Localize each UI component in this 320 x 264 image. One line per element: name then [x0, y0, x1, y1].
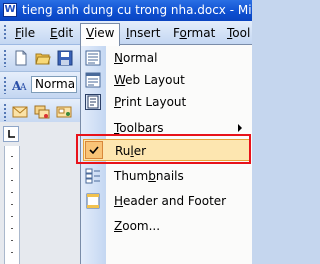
highlight-annotation-box — [76, 134, 251, 164]
menu-item-thumbnails-text: nails — [155, 169, 184, 183]
menu-item-print-layout-text: rint Layout — [121, 95, 187, 109]
title-bar: W tieng anh dung cu trong nha.docx - Mic… — [0, 0, 252, 21]
menu-item-normal-label: Normal — [114, 47, 157, 69]
ruler-tick — [11, 228, 13, 229]
menu-tools-label: ool — [232, 26, 251, 40]
menu-item-normal-accel: N — [114, 51, 123, 65]
menu-view-label: iew — [93, 26, 115, 40]
ruler-tick — [11, 180, 13, 181]
menu-insert-label: nsert — [129, 26, 161, 40]
menu-view-accel: V — [86, 26, 94, 40]
menu-item-normal[interactable]: Normal — [81, 47, 252, 69]
menu-item-zoom[interactable]: Zoom... — [81, 215, 252, 237]
menu-format-accel: o — [179, 26, 187, 40]
tab-selector[interactable] — [3, 126, 19, 142]
menu-item-thumbnails-label: Thumbnails — [114, 165, 184, 187]
thumbnails-icon — [85, 168, 100, 184]
vertical-ruler[interactable] — [4, 146, 20, 264]
menu-edit[interactable]: Edit — [45, 24, 78, 42]
menu-item-print-layout-accel: P — [114, 95, 122, 109]
menubar-grip-icon[interactable] — [3, 24, 7, 41]
menu-item-web-layout-text: eb Layout — [125, 73, 185, 87]
ruler-tick — [11, 156, 13, 157]
menu-item-header-footer-text: eader and Footer — [123, 194, 227, 208]
menu-item-header-footer[interactable]: Header and Footer — [81, 190, 252, 212]
save-icon[interactable] — [57, 50, 73, 66]
menu-tools[interactable]: Tool — [222, 24, 255, 42]
menu-item-header-footer-accel: H — [114, 194, 124, 208]
ruler-tick — [11, 168, 13, 169]
menu-item-print-layout[interactable]: Print Layout — [81, 91, 252, 113]
envelope-labels-icon[interactable] — [56, 104, 72, 120]
menu-bar: File Edit View Insert Format Tool — [0, 21, 255, 46]
menu-format-label: rmat — [186, 26, 216, 40]
menu-edit-accel: E — [50, 26, 58, 40]
submenu-arrow-icon — [238, 124, 242, 132]
mail-merge-icon[interactable] — [34, 104, 50, 120]
menu-item-zoom-accel: Z — [114, 219, 123, 233]
menu-item-thumbnails-pre: Thum — [114, 169, 149, 183]
style-select[interactable]: Normal — [31, 76, 77, 93]
word-app-icon[interactable]: W — [3, 3, 17, 17]
menu-item-print-layout-label: Print Layout — [114, 91, 186, 113]
menu-item-web-layout[interactable]: Web Layout — [81, 69, 252, 91]
menu-item-web-layout-accel: W — [114, 73, 126, 87]
left-tab-icon — [8, 130, 15, 138]
envelope-icon[interactable] — [12, 104, 28, 120]
formatting-toolbar: A A Normal — [0, 72, 80, 99]
window-title: tieng anh dung cu trong nha.docx - Micro… — [22, 3, 252, 17]
svg-text:A: A — [19, 83, 27, 93]
menu-item-thumbnails[interactable]: Thumbnails — [81, 165, 252, 187]
normal-view-icon — [85, 50, 101, 66]
print-layout-icon — [85, 94, 101, 110]
styles-and-formatting-icon[interactable]: A A — [12, 77, 28, 93]
new-document-icon[interactable] — [13, 50, 29, 66]
ruler-tick — [11, 192, 13, 193]
open-folder-icon[interactable] — [35, 50, 51, 66]
menu-item-header-footer-label: Header and Footer — [114, 190, 226, 212]
menu-item-thumbnails-accel: b — [148, 169, 156, 183]
ruler-tick — [11, 216, 13, 217]
menu-item-web-layout-label: Web Layout — [114, 69, 185, 91]
menu-insert[interactable]: Insert — [121, 24, 165, 42]
menu-item-zoom-label: Zoom... — [114, 215, 160, 237]
ruler-tick — [11, 252, 13, 253]
header-footer-icon — [86, 193, 100, 209]
menu-view[interactable]: View — [80, 23, 121, 46]
menu-format[interactable]: Format — [168, 24, 220, 42]
menu-item-normal-text: ormal — [122, 51, 158, 65]
menu-item-zoom-text: oom... — [122, 219, 161, 233]
toolbar-grip-icon[interactable] — [3, 49, 7, 67]
menu-edit-label: dit — [57, 26, 74, 40]
formatting-grip-icon[interactable] — [3, 76, 7, 94]
standard-toolbar — [0, 45, 80, 72]
document-area — [0, 122, 80, 264]
menu-file[interactable]: File — [10, 24, 40, 42]
ruler-tick — [11, 240, 13, 241]
extra-toolbar-grip-icon[interactable] — [3, 103, 7, 121]
menu-item-toolbars-text: oolbars — [119, 121, 164, 135]
web-layout-icon — [85, 72, 101, 88]
ruler-tick — [11, 204, 13, 205]
menu-file-label: ile — [21, 26, 36, 40]
